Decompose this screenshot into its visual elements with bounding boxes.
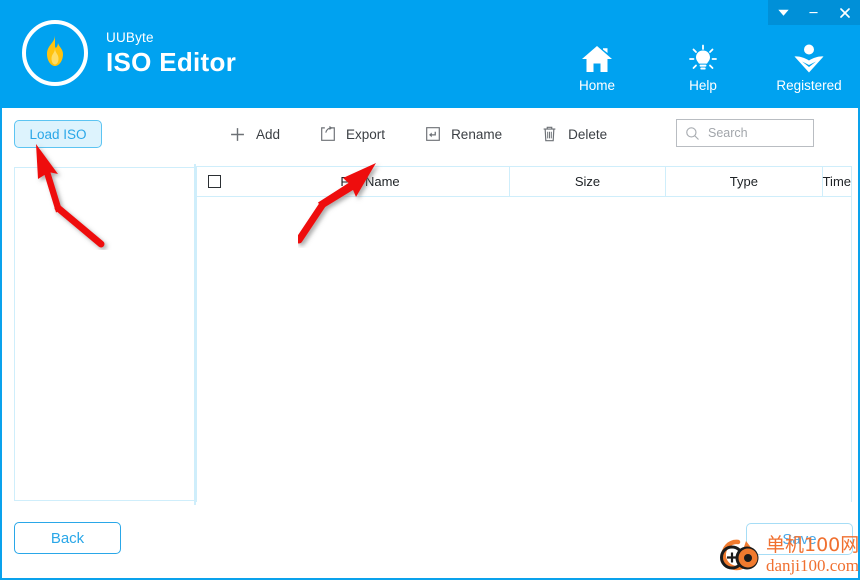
header-nav: Home Help Registered [560,42,846,94]
rename-label: Rename [451,126,503,142]
minimize-icon[interactable] [800,0,828,25]
nav-item-help[interactable]: Help [666,42,740,94]
app-brand: UUByte ISO Editor [22,20,236,86]
delete-label: Delete [568,126,608,142]
export-button[interactable]: Export [318,120,385,148]
column-header-time[interactable]: Time [823,167,851,196]
iso-editor-window: UUByte ISO Editor Home Help Registered L… [0,0,860,580]
home-icon [581,42,613,74]
column-header-size[interactable]: Size [510,167,667,196]
brand-title: ISO Editor [106,46,237,77]
back-button[interactable]: Back [14,522,121,554]
app-header: UUByte ISO Editor Home Help Registered [0,0,860,108]
trash-icon [540,125,559,144]
search-placeholder: Search [708,126,748,140]
toolbar-actions: Add Export Rename Delete [228,120,607,148]
nav-label-help: Help [689,78,717,93]
rename-icon [423,125,442,144]
export-label: Export [346,126,386,142]
search-input[interactable]: Search [676,119,814,147]
toolbar: Load ISO Add Export Rename Delete Search [0,108,860,164]
column-header-type[interactable]: Type [666,167,823,196]
window-controls [768,0,860,25]
load-iso-button[interactable]: Load ISO [14,120,102,148]
nav-item-home[interactable]: Home [560,42,634,94]
delete-button[interactable]: Delete [540,120,607,148]
flame-icon [47,35,63,66]
footer-bar: Back Save [0,505,860,580]
column-header-file-name[interactable]: File Name [231,167,510,196]
select-all-checkbox[interactable] [207,175,221,188]
add-label: Add [256,126,281,142]
app-logo [22,20,88,86]
search-icon [685,126,700,141]
tree-panel[interactable] [14,167,198,501]
select-all-cell [197,167,231,196]
nav-item-registered[interactable]: Registered [772,42,846,94]
lightbulb-icon [688,42,718,74]
export-icon [318,125,337,144]
plus-icon [228,125,247,144]
save-button[interactable]: Save [746,523,853,555]
close-icon[interactable] [831,0,859,25]
nav-label-home: Home [578,78,615,93]
user-badge-icon [793,42,825,74]
table-body [197,197,851,502]
chevron-down-icon[interactable] [769,0,797,25]
table-header-row: File Name Size Type Time [197,167,851,197]
brand-subtitle: UUByte [106,29,154,45]
file-table: File Name Size Type Time [196,166,852,502]
nav-label-registered: Registered [776,78,842,93]
rename-button[interactable]: Rename [423,120,502,148]
add-button[interactable]: Add [228,120,280,148]
